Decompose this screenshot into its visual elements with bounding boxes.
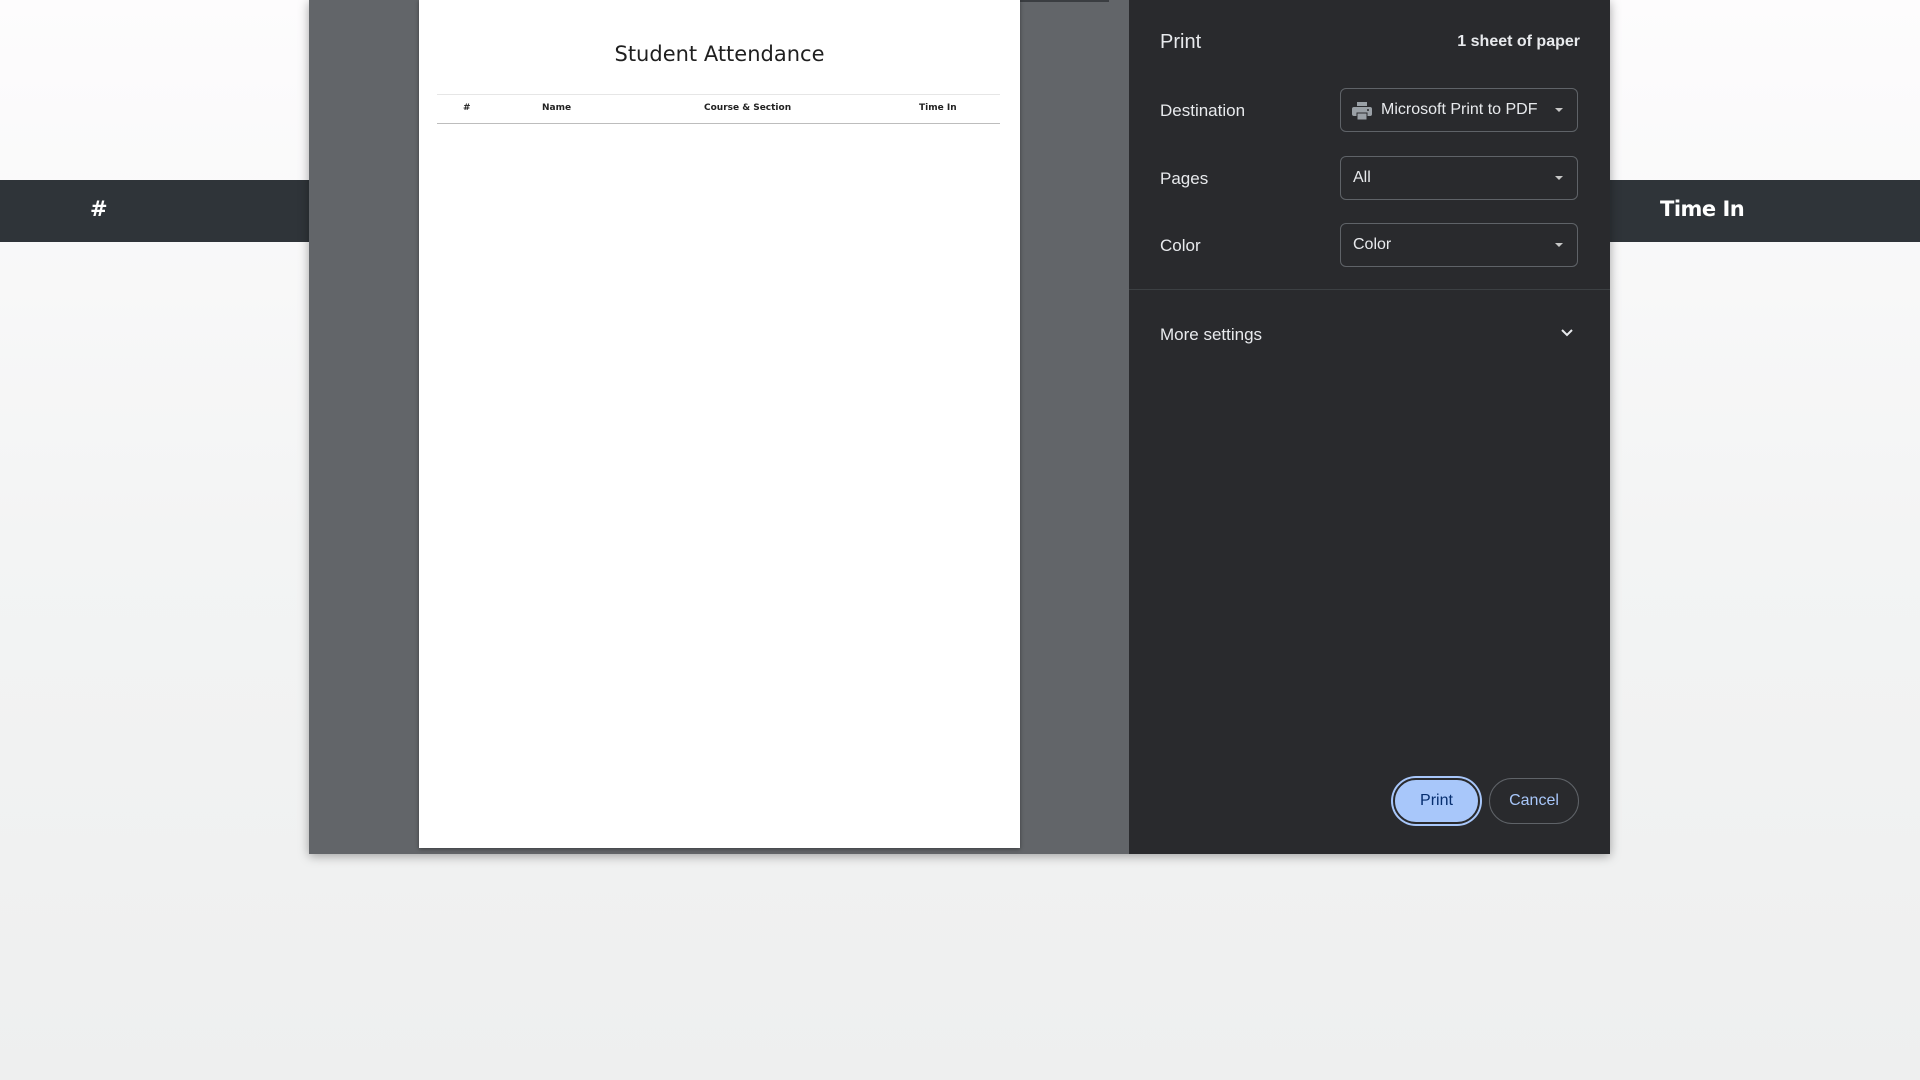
- dropdown-arrow-icon: [1555, 108, 1563, 112]
- color-select[interactable]: Color: [1340, 223, 1578, 267]
- preview-column-time-in: Time In: [919, 103, 957, 113]
- preview-page: Student Attendance # Name Course & Secti…: [419, 0, 1020, 848]
- dropdown-arrow-icon: [1555, 176, 1563, 180]
- more-settings-toggle[interactable]: More settings: [1129, 314, 1610, 358]
- cancel-button[interactable]: Cancel: [1489, 778, 1579, 824]
- color-label: Color: [1160, 236, 1201, 255]
- destination-label: Destination: [1160, 101, 1246, 120]
- print-title: Print: [1160, 31, 1202, 53]
- pages-select[interactable]: All: [1340, 156, 1578, 200]
- sheet-count: 1 sheet of paper: [1457, 33, 1580, 50]
- print-button[interactable]: Print: [1393, 778, 1480, 824]
- print-settings-panel: Print 1 sheet of paper Destination Micro…: [1129, 0, 1610, 854]
- destination-select[interactable]: Microsoft Print to PDF: [1340, 88, 1578, 132]
- settings-divider: [1129, 289, 1610, 290]
- background-header-time-in: Time In: [1660, 197, 1745, 221]
- color-value: Color: [1353, 236, 1392, 253]
- pages-label: Pages: [1160, 169, 1209, 188]
- preview-page-title: Student Attendance: [614, 42, 825, 66]
- chevron-down-icon: [1561, 329, 1573, 337]
- preview-table-header: # Name Course & Section Time In: [437, 94, 1000, 124]
- dropdown-arrow-icon: [1555, 243, 1563, 247]
- printer-icon: [1352, 102, 1372, 120]
- preview-column-course-section: Course & Section: [704, 103, 792, 113]
- more-settings-label: More settings: [1160, 325, 1263, 344]
- preview-column-number: #: [463, 103, 471, 113]
- pages-value: All: [1353, 169, 1371, 186]
- print-dialog: Student Attendance # Name Course & Secti…: [309, 0, 1610, 854]
- preview-column-name: Name: [542, 103, 572, 113]
- background-header-hash: #: [90, 197, 108, 221]
- destination-value: Microsoft Print to PDF: [1381, 101, 1538, 118]
- print-preview-area[interactable]: Student Attendance # Name Course & Secti…: [309, 0, 1129, 854]
